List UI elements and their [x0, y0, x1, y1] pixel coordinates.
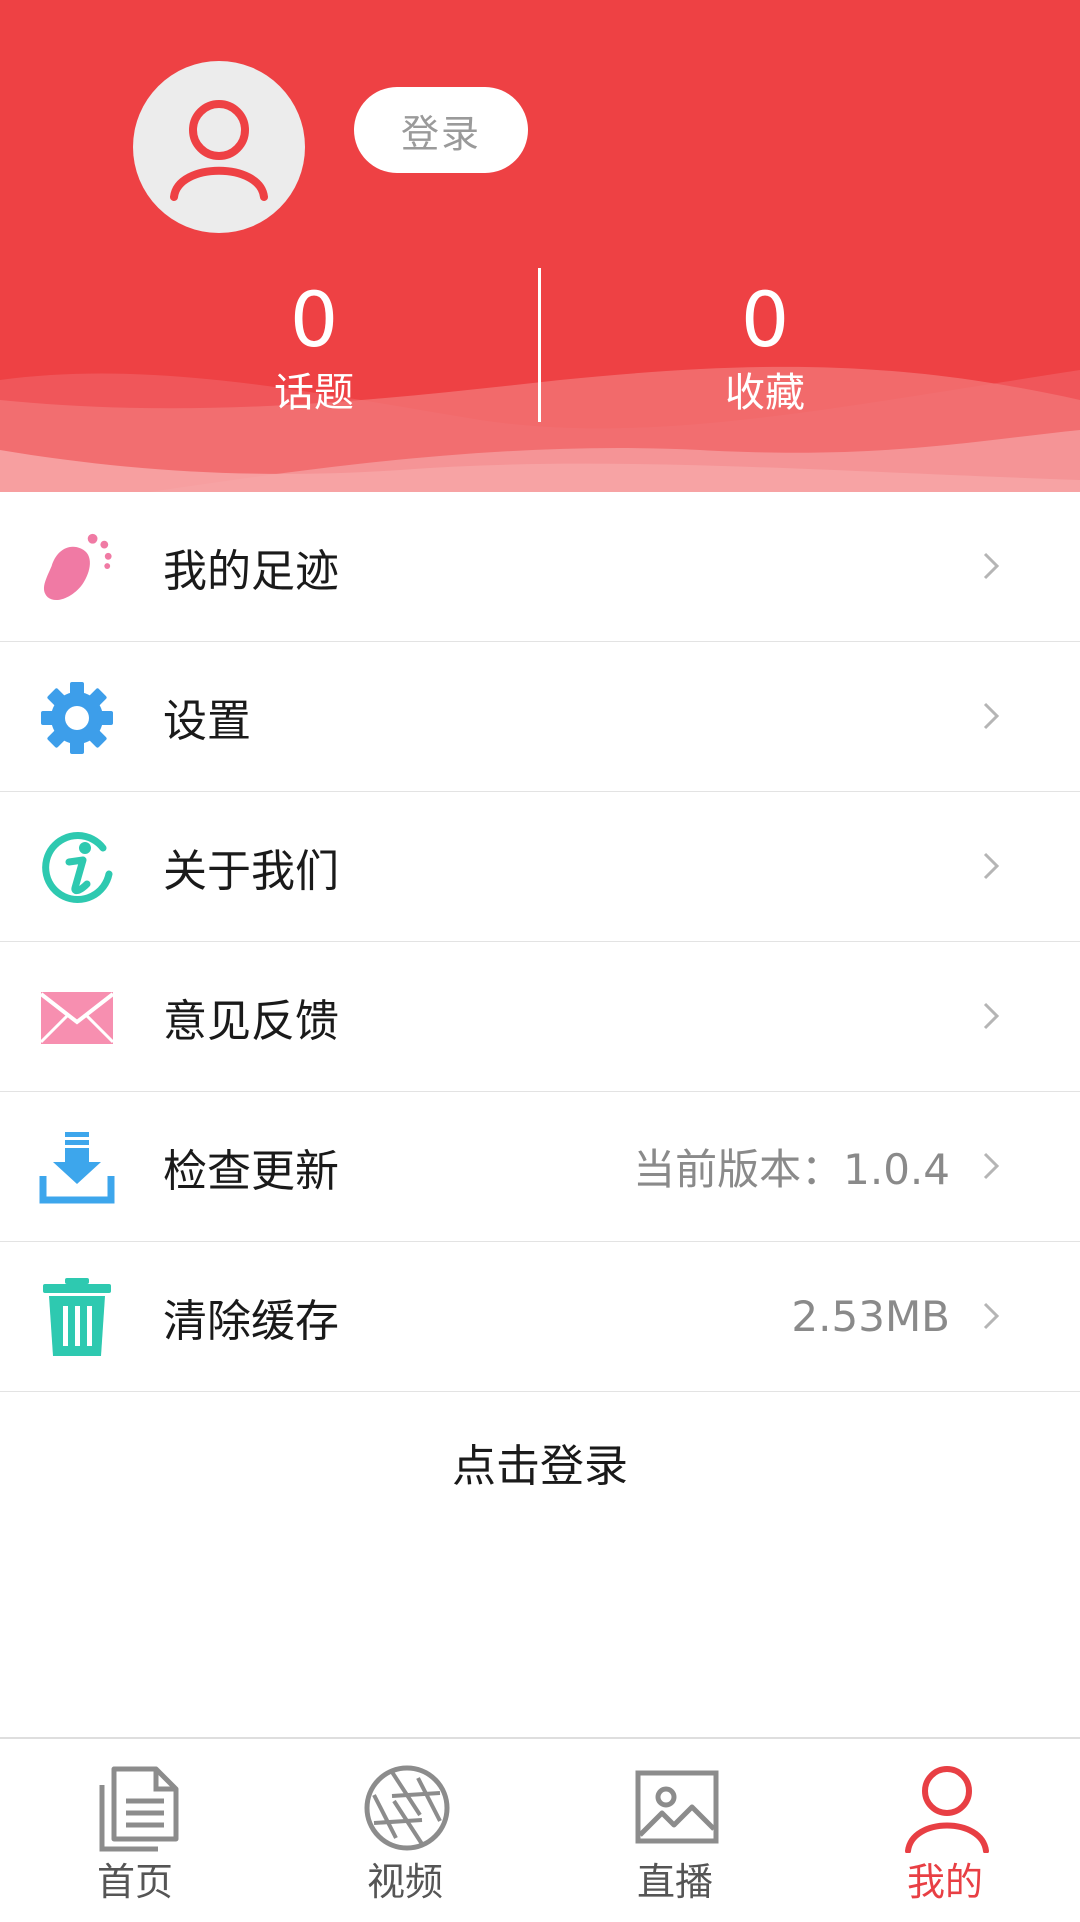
avatar[interactable] — [133, 61, 305, 233]
menu-item-label: 我的足迹 — [163, 545, 339, 597]
chevron-right-icon — [983, 1002, 1000, 1030]
stat-topics[interactable]: 0 话题 — [164, 275, 464, 421]
chevron-right-icon — [983, 1302, 1000, 1330]
footprint-icon — [38, 529, 116, 607]
menu-item-label: 检查更新 — [163, 1145, 339, 1197]
info-icon — [38, 829, 116, 907]
tab-label: 首页 — [96, 1860, 173, 1904]
profile-header: 登录 0 话题 0 收藏 — [0, 0, 1080, 492]
stat-favorites-label: 收藏 — [725, 370, 805, 416]
settings-menu: 我的足迹 设置 关于我们 意见反馈 检查更新 当前版本：1.0.4 清除缓存 2… — [0, 492, 1080, 1392]
menu-item-label: 设置 — [163, 695, 251, 747]
login-button[interactable]: 登录 — [354, 87, 528, 173]
image-icon — [635, 1770, 719, 1844]
user-icon — [905, 1766, 989, 1853]
stat-divider — [538, 268, 541, 422]
menu-item-footprint[interactable]: 我的足迹 — [0, 492, 1080, 642]
chevron-right-icon — [983, 702, 1000, 730]
tab-label: 直播 — [636, 1860, 713, 1904]
aperture-icon — [364, 1765, 450, 1851]
document-icon — [99, 1766, 179, 1852]
tab-live[interactable]: 直播 — [540, 1739, 810, 1922]
tab-mine[interactable]: 我的 — [810, 1739, 1080, 1922]
chevron-right-icon — [983, 552, 1000, 580]
user-icon — [170, 100, 268, 201]
tab-video[interactable]: 视频 — [270, 1739, 540, 1922]
click-login-link[interactable]: 点击登录 — [0, 1430, 1080, 1494]
menu-item-about[interactable]: 关于我们 — [0, 792, 1080, 942]
stat-favorites-count: 0 — [740, 275, 790, 364]
trash-icon — [38, 1278, 116, 1357]
menu-item-label: 关于我们 — [163, 845, 339, 897]
current-version: 当前版本：1.0.4 — [633, 1145, 950, 1194]
chevron-right-icon — [983, 852, 1000, 880]
menu-item-check-update[interactable]: 检查更新 当前版本：1.0.4 — [0, 1092, 1080, 1242]
menu-item-label: 清除缓存 — [163, 1295, 339, 1347]
tab-label: 我的 — [906, 1860, 983, 1904]
tab-home[interactable]: 首页 — [0, 1739, 270, 1922]
download-icon — [38, 1129, 116, 1207]
menu-item-label: 意见反馈 — [163, 995, 339, 1047]
envelope-icon — [38, 979, 116, 1057]
menu-item-feedback[interactable]: 意见反馈 — [0, 942, 1080, 1092]
stat-topics-count: 0 — [289, 275, 339, 364]
bottom-nav: 首页 视频 直播 我的 — [0, 1737, 1080, 1922]
menu-item-settings[interactable]: 设置 — [0, 642, 1080, 792]
menu-item-clear-cache[interactable]: 清除缓存 2.53MB — [0, 1242, 1080, 1392]
stat-topics-label: 话题 — [274, 370, 354, 416]
gear-icon — [38, 679, 116, 757]
stat-favorites[interactable]: 0 收藏 — [615, 275, 915, 421]
cache-size: 2.53MB — [791, 1292, 950, 1341]
chevron-right-icon — [983, 1152, 1000, 1180]
tab-label: 视频 — [366, 1860, 443, 1904]
